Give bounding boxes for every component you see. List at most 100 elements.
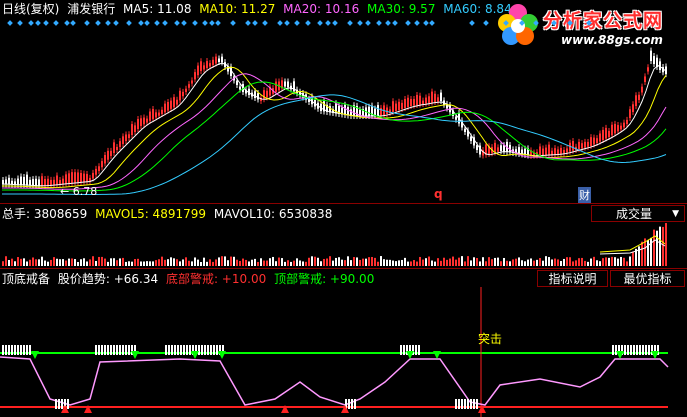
bottom-tick (354, 399, 356, 409)
volume-bar (53, 257, 55, 266)
candle-body (164, 103, 166, 113)
signal-diamond (154, 20, 160, 26)
mavol5-value: MAVOL5: 4891799 (95, 207, 206, 221)
signal-diamond (7, 20, 13, 26)
volume-bar (569, 257, 571, 266)
candle-body (47, 178, 49, 186)
volume-bar (242, 258, 244, 266)
candle-body (107, 150, 109, 160)
top-tick (186, 345, 188, 355)
signal-diamond (53, 20, 59, 26)
volume-bar (146, 261, 148, 266)
ma30-line (2, 81, 667, 192)
top-tick (207, 345, 209, 355)
volume-bar (608, 257, 610, 266)
candle-body (65, 174, 67, 184)
top-tick (615, 345, 617, 355)
best-indicator-button[interactable]: 最优指标 (610, 270, 685, 287)
volume-bar (305, 261, 307, 266)
volume-bar (548, 257, 550, 266)
bottom-tick (58, 399, 60, 409)
volume-bar (62, 259, 64, 266)
bottom-tick (348, 399, 350, 409)
top-tick (171, 345, 173, 355)
volume-bar (110, 258, 112, 266)
mavol5-line (599, 235, 666, 253)
indicator-explain-button[interactable]: 指标说明 (537, 270, 608, 287)
volume-bar (113, 258, 115, 266)
volume-bar (605, 257, 607, 266)
volume-chart[interactable] (0, 222, 687, 268)
volume-bar (182, 259, 184, 266)
signal-diamond (174, 20, 180, 26)
price-chart[interactable] (0, 16, 687, 202)
volume-bar (221, 256, 223, 266)
volume-bar (41, 256, 43, 266)
signal-diamond (365, 20, 371, 26)
panel-divider (0, 203, 687, 204)
down-arrow-icon (433, 351, 441, 359)
event-marker-q[interactable]: q (434, 187, 443, 201)
indicator-chart[interactable] (0, 287, 687, 417)
candle-body (539, 146, 541, 156)
top-tick (645, 345, 647, 355)
candle-body (29, 179, 31, 186)
signal-diamond (533, 20, 539, 26)
volume-bar (554, 258, 556, 266)
ma30-value: MA30: 9.57 (367, 2, 436, 16)
volume-bar (506, 260, 508, 266)
volume-bar (563, 258, 565, 266)
volume-bar (431, 260, 433, 266)
candle-body (206, 61, 208, 68)
volume-bar (521, 260, 523, 266)
finance-marker[interactable]: 财 (578, 187, 591, 203)
top-tick (104, 345, 106, 355)
volume-bar (74, 259, 76, 266)
candle-body (92, 172, 94, 179)
candle-body (209, 63, 211, 67)
trend-curve (0, 356, 669, 406)
candle-body (386, 107, 388, 114)
top-tick (95, 345, 97, 355)
volume-bar (581, 257, 583, 266)
candle-body (62, 178, 64, 184)
volume-bar (281, 258, 283, 266)
candle-body (419, 95, 421, 105)
top-tick (23, 345, 25, 355)
candle-body (659, 61, 661, 70)
indicator-selector[interactable]: 成交量 ▼ (591, 205, 685, 222)
candle-body (71, 172, 73, 183)
volume-bar (26, 261, 28, 266)
period-title[interactable]: 日线(复权) (2, 2, 59, 16)
volume-bar (653, 229, 655, 266)
volume-bar (95, 260, 97, 266)
top-tick (415, 345, 417, 355)
volume-bar (140, 261, 142, 266)
volume-bar (566, 257, 568, 266)
volume-bar (422, 259, 424, 266)
volume-bar (170, 257, 172, 266)
volume-bar (647, 239, 649, 266)
volume-bar (665, 223, 667, 266)
volume-bar (593, 256, 595, 266)
volume-bar (14, 261, 16, 266)
volume-bar (347, 256, 349, 266)
top-tick (639, 345, 641, 355)
candle-body (170, 100, 172, 109)
volume-bar (359, 259, 361, 266)
signal-diamond (376, 20, 382, 26)
volume-bar (341, 259, 343, 266)
signal-diamond (332, 20, 338, 26)
volume-bar (80, 259, 82, 266)
candle-body (464, 128, 466, 132)
indicator-name[interactable]: 顶底戒备 (2, 272, 50, 286)
volume-bar (419, 256, 421, 266)
candle-body (377, 105, 379, 116)
signal-diamond (181, 20, 187, 26)
candle-body (200, 61, 202, 71)
signal-diamond (284, 20, 290, 26)
volume-bar (191, 261, 193, 266)
candle-body (119, 141, 121, 147)
signal-diamond (294, 20, 300, 26)
stock-name: 浦发银行 (67, 2, 116, 16)
